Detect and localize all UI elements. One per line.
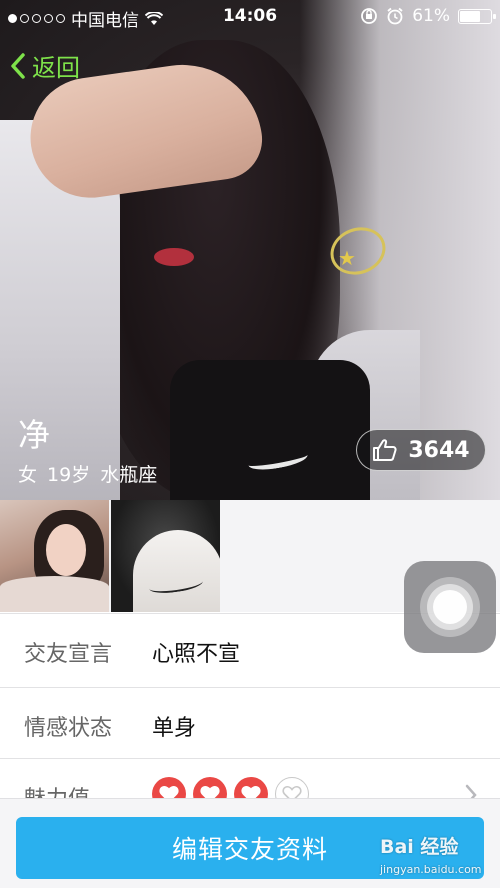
thumb-neck <box>133 530 220 612</box>
gallery-thumbnail[interactable] <box>111 500 220 612</box>
battery-percent: 61% <box>412 6 450 26</box>
assistive-ring-inner <box>433 590 467 624</box>
declaration-value: 心照不宣 <box>152 642 241 667</box>
baidu-watermark: Bai 经验 jingyan.baidu.com <box>380 832 482 876</box>
profile-age: 19岁 <box>47 464 91 486</box>
rotation-lock-icon <box>361 8 378 24</box>
chevron-left-icon <box>11 52 25 79</box>
like-count: 3644 <box>408 437 470 463</box>
relationship-row: 情感状态 单身 <box>0 687 500 759</box>
declaration-label: 交友宣言 <box>24 642 113 667</box>
status-bar: 中国电信 14:06 61% <box>0 0 500 34</box>
profile-gender: 女 <box>18 464 38 486</box>
like-button[interactable]: 3644 <box>356 429 486 471</box>
photo-lips <box>154 248 194 266</box>
alarm-icon <box>387 7 403 25</box>
status-right: 61% <box>360 6 496 26</box>
photo-top <box>170 360 370 500</box>
profile-zodiac: 水瓶座 <box>100 464 158 486</box>
star-sticker-icon: ★ <box>338 246 356 270</box>
battery-fill <box>460 10 480 22</box>
thumb-body <box>0 576 109 612</box>
assistive-touch-button[interactable] <box>404 561 496 653</box>
watermark-brand: Bai 经验 <box>380 836 459 858</box>
relationship-label: 情感状态 <box>24 716 113 741</box>
watermark-url: jingyan.baidu.com <box>380 863 482 876</box>
relationship-value: 单身 <box>152 716 197 741</box>
thumbs-up-icon <box>373 439 397 461</box>
back-label: 返回 <box>32 54 80 82</box>
back-button[interactable]: 返回 <box>8 48 80 83</box>
profile-meta: 女 19岁 水瓶座 <box>18 460 157 487</box>
profile-name: 净 <box>18 416 51 454</box>
battery-icon <box>458 8 496 24</box>
gallery-thumbnail[interactable] <box>0 500 109 612</box>
thumb-face <box>46 524 86 576</box>
